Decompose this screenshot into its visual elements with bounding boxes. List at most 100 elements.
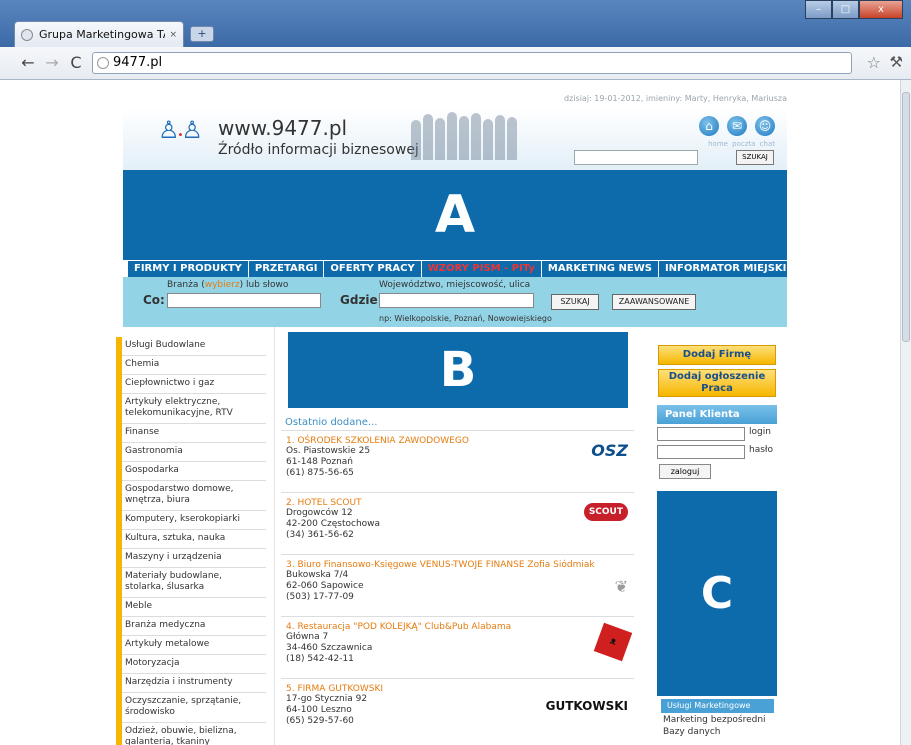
forward-arrow-icon[interactable]: → [42, 53, 62, 73]
right-column: Dodaj Firmę Dodaj ogłoszenie Praca Panel… [657, 345, 777, 737]
home-icon[interactable]: ⌂ [699, 116, 719, 136]
list-item: 1. OŚRODEK SZKOLENIA ZAWODOWEGO Os. Pias… [281, 430, 634, 492]
header-search-button[interactable]: SZUKAJ [736, 150, 774, 165]
category-link[interactable]: Gospodarka [122, 462, 266, 481]
category-link[interactable]: Usługi Budowlane [122, 337, 266, 356]
nav-informator[interactable]: INFORMATOR MIEJSKI [659, 261, 792, 277]
address-bar[interactable]: 9477.pl [92, 52, 852, 74]
category-link[interactable]: Chemia [122, 356, 266, 375]
chat-icon[interactable]: ☺ [755, 116, 775, 136]
category-link[interactable]: Meble [122, 598, 266, 617]
marketing-link[interactable]: Marketing bezpośredni [657, 713, 777, 725]
close-tab-icon[interactable]: × [169, 30, 177, 40]
search-panel: Branża (wybierz) lub słowo Co: Województ… [123, 277, 787, 327]
company-name-link[interactable]: 2. HOTEL SCOUT [286, 498, 634, 508]
back-arrow-icon[interactable]: ← [18, 53, 38, 73]
category-link[interactable]: Motoryzacja [122, 655, 266, 674]
company-name-link[interactable]: 1. OŚRODEK SZKOLENIA ZAWODOWEGO [286, 436, 634, 446]
where-input[interactable] [379, 293, 534, 308]
choose-industry-link[interactable]: wybierz [205, 280, 240, 290]
main-nav: FIRMY I PRODUKTY PRZETARGI OFERTY PRACY … [128, 261, 787, 277]
list-item: 3. Biuro Finansowo-Księgowe VENUS-TWOJE … [281, 554, 634, 616]
password-input[interactable] [657, 445, 745, 459]
nav-firmy[interactable]: FIRMY I PRODUKTY [128, 261, 249, 277]
category-link[interactable]: Narzędzia i instrumenty [122, 674, 266, 693]
marketing-services-title: Usługi Marketingowe [661, 699, 774, 713]
company-city: 62-060 Sapowice [286, 581, 364, 591]
category-link[interactable]: Finanse [122, 424, 266, 443]
category-link[interactable]: Branża medyczna [122, 617, 266, 636]
category-link[interactable]: Artykuły elektryczne, telekomunikacyjne,… [122, 394, 266, 424]
category-link[interactable]: Komputery, kserokopiarki [122, 511, 266, 530]
header-icon-labels: home poczta chat [708, 140, 775, 148]
new-tab-button[interactable]: + [190, 26, 214, 42]
banner-c[interactable]: C [657, 491, 777, 696]
people-silhouettes-image [411, 108, 519, 160]
minimize-button[interactable]: – [805, 0, 832, 19]
co-label: Co: [143, 293, 165, 307]
company-street: Bukowska 7/4 [286, 570, 349, 580]
category-link[interactable]: Maszyny i urządzenia [122, 549, 266, 568]
search-button[interactable]: SZUKAJ [551, 294, 599, 310]
nav-wzory-pism[interactable]: WZORY PISM - PITy [422, 261, 542, 277]
list-item: 2. HOTEL SCOUT Drogowców 12 42-200 Częst… [281, 492, 634, 554]
company-logo: OSZ [591, 441, 628, 460]
header-search-input[interactable] [574, 150, 698, 165]
wrench-icon[interactable]: ⚒ [890, 53, 903, 71]
company-street: Główna 7 [286, 632, 329, 642]
banner-b[interactable]: B [288, 332, 628, 408]
mail-icon[interactable]: ✉ [727, 116, 747, 136]
login-label: login [749, 427, 771, 437]
globe-icon [21, 28, 33, 41]
recent-title: Ostatnio dodane... [285, 417, 378, 428]
recent-list: 1. OŚRODEK SZKOLENIA ZAWODOWEGO Os. Pias… [281, 430, 634, 740]
globe-icon [97, 57, 109, 69]
bookmark-star-icon[interactable]: ☆ [867, 53, 881, 72]
category-link[interactable]: Gastronomia [122, 443, 266, 462]
add-company-button[interactable]: Dodaj Firmę [658, 345, 776, 365]
page-viewport: dzisiaj: 19-01-2012, imieniny: Marty, He… [0, 80, 900, 745]
banner-a[interactable]: A [123, 170, 787, 260]
category-link[interactable]: Ciepłownictwo i gaz [122, 375, 266, 394]
close-window-button[interactable]: x [859, 0, 903, 19]
category-link[interactable]: Materiały budowlane, stolarka, ślusarka [122, 568, 266, 598]
tab-title: Grupa Marketingowa TAI - ... [39, 28, 165, 41]
company-phone: (34) 361-56-62 [286, 530, 354, 540]
venus-logo-icon: ❦ [614, 577, 628, 596]
title-bar: Grupa Marketingowa TAI - ... × + – □ x [0, 0, 911, 47]
list-item: 4. Restauracja "POD KOLEJKĄ" Club&Pub Al… [281, 616, 634, 678]
maximize-button[interactable]: □ [832, 0, 859, 19]
company-phone: (61) 875-56-65 [286, 468, 354, 478]
category-link[interactable]: Gospodarstwo domowe, wnętrza, biura [122, 481, 266, 511]
site-tagline: Źródło informacji biznesowej [218, 142, 419, 158]
company-city: 61-148 Poznań [286, 457, 353, 467]
vertical-scrollbar[interactable] [900, 80, 911, 745]
category-link[interactable]: Artykuły metalowe [122, 636, 266, 655]
nav-marketing-news[interactable]: MARKETING NEWS [542, 261, 659, 277]
category-link[interactable]: Kultura, sztuka, nauka [122, 530, 266, 549]
company-city: 42-200 Częstochowa [286, 519, 381, 529]
login-button[interactable]: zaloguj [659, 464, 711, 479]
company-name-link[interactable]: 3. Biuro Finansowo-Księgowe VENUS-TWOJE … [286, 560, 634, 570]
reload-icon[interactable]: C [66, 53, 86, 73]
site-page: dzisiaj: 19-01-2012, imieniny: Marty, He… [116, 80, 787, 745]
gdzie-label: Gdzie: [340, 293, 383, 307]
nav-przetargi[interactable]: PRZETARGI [249, 261, 325, 277]
browser-tab[interactable]: Grupa Marketingowa TAI - ... × [14, 21, 184, 47]
company-logo: SCOUT [583, 503, 628, 521]
login-input[interactable] [657, 427, 745, 441]
company-name-link[interactable]: 5. FIRMA GUTKOWSKI [286, 684, 634, 694]
site-url[interactable]: www.9477.pl [218, 116, 347, 140]
add-job-button[interactable]: Dodaj ogłoszenie Praca [658, 369, 776, 397]
what-input[interactable] [167, 293, 321, 308]
advanced-search-button[interactable]: ZAAWANSOWANE [612, 294, 696, 310]
marketing-link[interactable]: Bazy danych [657, 725, 777, 737]
url-text: 9477.pl [113, 55, 163, 70]
company-name-link[interactable]: 4. Restauracja "POD KOLEJKĄ" Club&Pub Al… [286, 622, 634, 632]
category-link[interactable]: Oczyszczanie, sprzątanie, środowisko [122, 693, 266, 723]
company-city: 34-460 Szczawnica [286, 643, 373, 653]
category-link[interactable]: Odzież, obuwie, bielizna, galanteria, tk… [122, 723, 266, 745]
nav-oferty-pracy[interactable]: OFERTY PRACY [324, 261, 422, 277]
scroll-thumb[interactable] [902, 92, 910, 342]
company-logo: GUTKOWSKI [545, 699, 628, 713]
